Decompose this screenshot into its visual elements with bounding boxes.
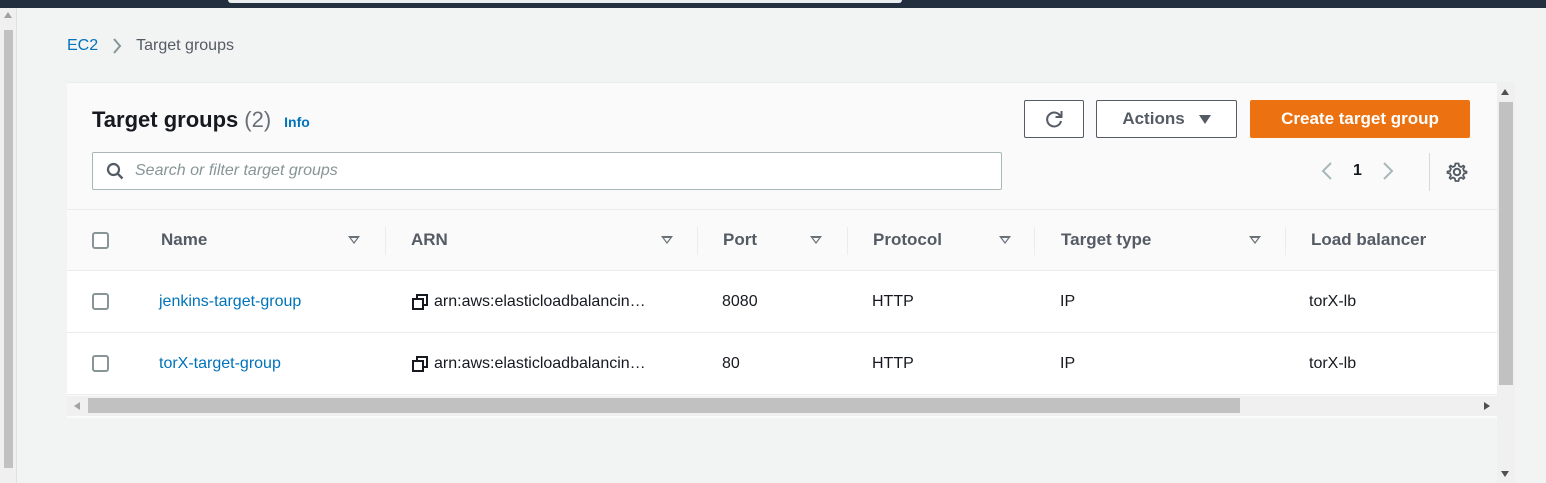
arn-value: arn:aws:elasticloadbalancin… (434, 292, 646, 310)
gear-icon[interactable] (1445, 160, 1469, 184)
page-title: Target groups (92, 107, 239, 132)
arn-cell: arn:aws:elasticloadbalancin… (411, 271, 646, 332)
scroll-up-arrow-icon[interactable] (4, 12, 12, 18)
scroll-up-arrow-icon[interactable] (1501, 89, 1509, 95)
sort-caret-icon[interactable] (810, 236, 822, 244)
protocol-cell: HTTP (872, 292, 914, 310)
column-header-port[interactable]: Port (723, 210, 757, 270)
target-groups-table: Name ARN Port Protocol Target type Load … (67, 209, 1497, 395)
column-header-target-type[interactable]: Target type (1061, 210, 1151, 270)
column-divider[interactable] (1285, 227, 1286, 255)
load-balancer-cell: torX-lb (1309, 354, 1357, 372)
actions-label: Actions (1122, 109, 1185, 128)
select-all-cell (92, 210, 109, 270)
top-navigation-bar (0, 0, 1546, 8)
previous-page-button[interactable] (1315, 156, 1339, 186)
next-page-button[interactable] (1376, 156, 1400, 186)
column-divider[interactable] (1034, 227, 1035, 255)
refresh-button[interactable] (1024, 100, 1084, 138)
column-divider[interactable] (697, 227, 698, 255)
scrollbar-thumb[interactable] (4, 30, 13, 468)
port-cell: 80 (722, 354, 740, 372)
port-cell: 8080 (722, 292, 758, 310)
horizontal-scrollbar-thumb[interactable] (88, 398, 1240, 413)
scroll-right-arrow-icon[interactable] (1484, 402, 1490, 410)
chevron-right-icon (106, 36, 128, 56)
row-select-cell (92, 333, 109, 394)
refresh-icon (1046, 111, 1063, 128)
search-field[interactable] (92, 152, 1002, 190)
column-divider[interactable] (847, 227, 848, 255)
target-type-cell: IP (1060, 292, 1076, 310)
pagination-divider (1429, 153, 1430, 191)
pagination: 1 (1315, 156, 1400, 186)
table-horizontal-scrollbar[interactable] (67, 396, 1497, 416)
item-count: (2) (244, 107, 272, 132)
scroll-down-arrow-icon[interactable] (1501, 471, 1509, 477)
target-groups-panel: Target groups (2) Info Actions Create ta… (67, 82, 1497, 418)
caret-down-icon (1198, 114, 1211, 124)
chevron-left-icon (1321, 162, 1332, 180)
search-icon (106, 162, 124, 180)
create-target-group-button[interactable]: Create target group (1250, 100, 1470, 138)
chevron-right-icon (1383, 162, 1394, 180)
select-all-checkbox[interactable] (92, 231, 109, 249)
column-header-protocol[interactable]: Protocol (873, 210, 942, 270)
target-group-name-link[interactable]: jenkins-target-group (159, 271, 301, 332)
target-group-name-link[interactable]: torX-target-group (159, 333, 281, 394)
page-vertical-scrollbar[interactable] (0, 8, 17, 483)
column-header-load-balancer[interactable]: Load balancer (1311, 210, 1426, 270)
row-select-cell (92, 271, 109, 332)
breadcrumb-current: Target groups (136, 37, 234, 54)
scroll-left-arrow-icon[interactable] (74, 402, 80, 410)
target-type-cell: IP (1060, 354, 1076, 372)
load-balancer-cell: torX-lb (1309, 292, 1357, 310)
copy-icon[interactable] (411, 355, 429, 373)
table-row[interactable]: jenkins-target-group arn:aws:elasticload… (67, 271, 1497, 333)
panel-header: Target groups (2) Info (92, 107, 310, 133)
sort-caret-icon[interactable] (661, 236, 673, 244)
arn-value: arn:aws:elasticloadbalancin… (434, 354, 646, 372)
vertical-scrollbar-thumb[interactable] (1499, 102, 1513, 385)
copy-icon[interactable] (411, 293, 429, 311)
column-divider[interactable] (385, 227, 386, 255)
table-row[interactable]: torX-target-group arn:aws:elasticloadbal… (67, 333, 1497, 395)
protocol-cell: HTTP (872, 354, 914, 372)
content-vertical-scrollbar[interactable] (1497, 82, 1515, 483)
row-checkbox[interactable] (92, 293, 109, 310)
actions-dropdown-button[interactable]: Actions (1096, 100, 1237, 138)
breadcrumb-ec2-link[interactable]: EC2 (67, 37, 98, 55)
sort-caret-icon[interactable] (999, 236, 1011, 244)
table-header: Name ARN Port Protocol Target type Load … (67, 209, 1497, 271)
breadcrumb: EC2 Target groups (67, 36, 234, 56)
global-search-bar-edge[interactable] (228, 0, 902, 3)
row-checkbox[interactable] (92, 355, 109, 372)
column-header-name[interactable]: Name (161, 210, 207, 270)
column-header-arn[interactable]: ARN (411, 210, 448, 270)
search-input[interactable] (135, 162, 975, 180)
sort-caret-icon[interactable] (348, 236, 360, 244)
arn-cell: arn:aws:elasticloadbalancin… (411, 333, 646, 394)
sort-caret-icon[interactable] (1249, 236, 1261, 244)
info-link[interactable]: Info (284, 114, 310, 130)
page-number[interactable]: 1 (1353, 162, 1362, 180)
